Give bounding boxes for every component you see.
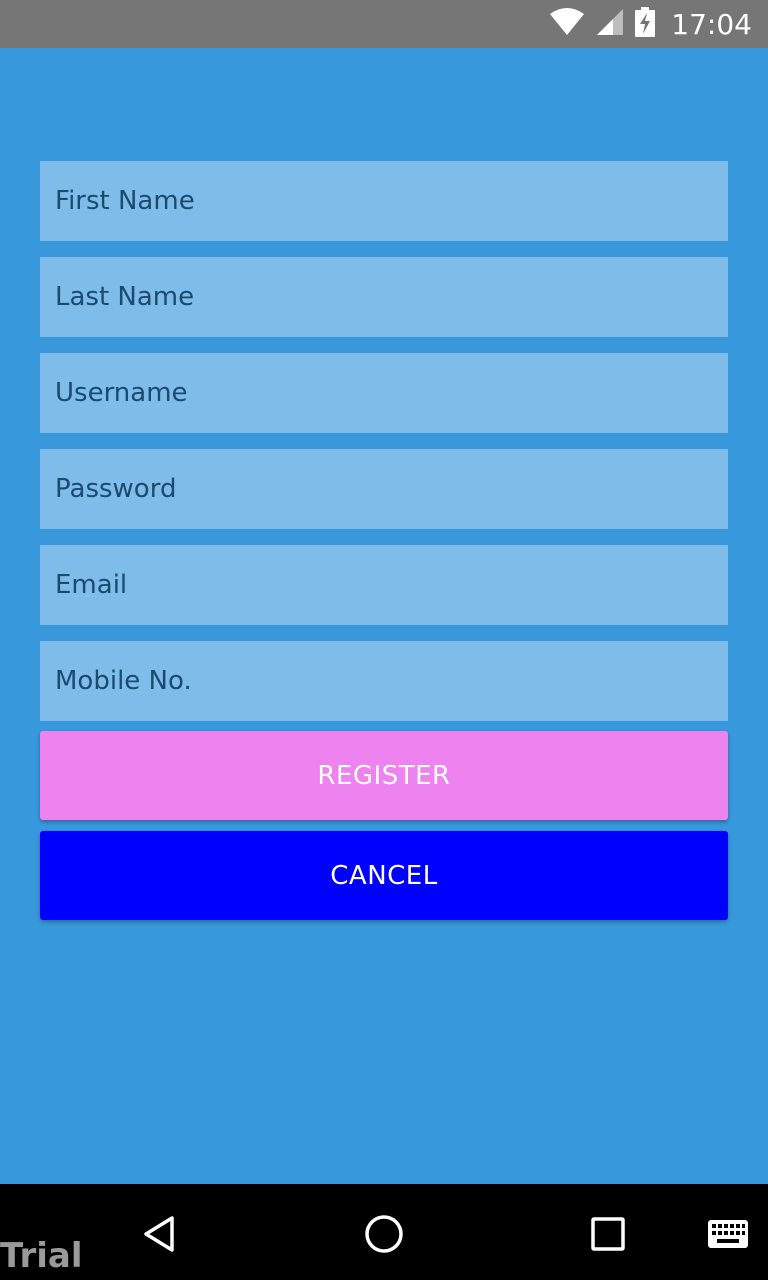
status-bar: 17:04 bbox=[0, 0, 768, 48]
mobile-number-input[interactable] bbox=[40, 641, 728, 721]
register-button[interactable]: REGISTER bbox=[40, 731, 728, 820]
wifi-icon bbox=[549, 7, 585, 41]
recent-apps-icon bbox=[591, 1217, 625, 1251]
password-input[interactable] bbox=[40, 449, 728, 529]
first-name-input[interactable] bbox=[40, 161, 728, 241]
navigation-bar bbox=[0, 1184, 768, 1280]
battery-charging-icon bbox=[635, 6, 656, 42]
cell-signal-icon bbox=[595, 7, 625, 42]
cancel-button[interactable]: CANCEL bbox=[40, 831, 728, 920]
last-name-input[interactable] bbox=[40, 257, 728, 337]
keyboard-button[interactable] bbox=[702, 1208, 754, 1260]
status-time: 17:04 bbox=[671, 7, 752, 41]
username-input[interactable] bbox=[40, 353, 728, 433]
back-icon bbox=[144, 1216, 174, 1252]
home-icon bbox=[365, 1215, 403, 1253]
home-button[interactable] bbox=[358, 1208, 410, 1260]
trial-watermark: Trial bbox=[0, 1236, 83, 1276]
back-button[interactable] bbox=[134, 1208, 186, 1260]
status-icons: 17:04 bbox=[549, 0, 752, 48]
keyboard-icon bbox=[708, 1220, 748, 1248]
email-input[interactable] bbox=[40, 545, 728, 625]
recent-apps-button[interactable] bbox=[582, 1208, 634, 1260]
registration-screen: REGISTER CANCEL bbox=[0, 48, 768, 1184]
